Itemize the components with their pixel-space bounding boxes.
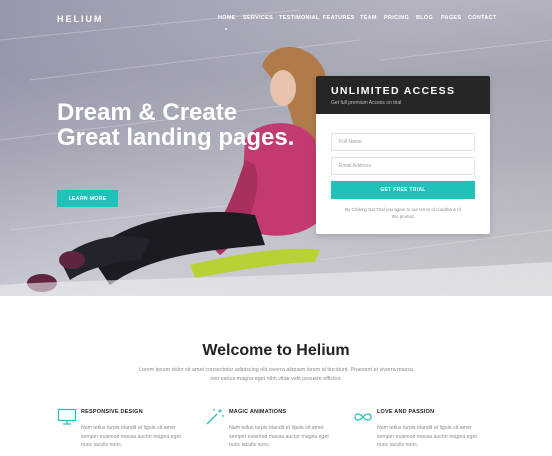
welcome-text: Lorem ipsum dolor sit amet consectetur a… xyxy=(138,367,414,382)
welcome-title: Welcome to Helium xyxy=(202,342,350,359)
signup-card-header: UNLIMITED ACCESS Get full premium Access… xyxy=(316,76,490,114)
hero-headline: Dream & Create Great landing pages. xyxy=(57,99,295,151)
signup-subtitle: Get full premium Access on trial xyxy=(331,100,402,106)
magic-wand-icon xyxy=(206,409,224,425)
nav-item-contact[interactable]: CONTACT xyxy=(468,15,498,21)
signup-title: UNLIMITED ACCESS xyxy=(331,85,456,97)
site-logo[interactable]: HELIUM xyxy=(57,14,104,24)
learn-more-button[interactable]: LEARN MORE xyxy=(57,190,118,207)
nav-item-pricing[interactable]: PRICING xyxy=(384,15,416,21)
monitor-icon xyxy=(57,408,77,425)
nav-item-home[interactable]: HOME xyxy=(218,15,243,21)
nav-active-indicator xyxy=(225,28,227,30)
feature-text: Nam tellus turpis blandit et ligula sit … xyxy=(229,425,329,448)
full-name-input[interactable]: Full Name xyxy=(331,133,475,151)
signup-card: UNLIMITED ACCESS Get full premium Access… xyxy=(316,76,490,234)
feature-title: MAGIC ANIMATIONS xyxy=(229,409,287,415)
feature-text: Nam tellus turpis blandit et ligula sit … xyxy=(377,425,477,448)
hero-section: HELIUM HOME SERVICES TESTIMONIAL FEATURE… xyxy=(0,0,552,296)
nav-item-blog[interactable]: BLOG xyxy=(416,15,441,21)
get-free-trial-button[interactable]: GET FREE TRIAL xyxy=(331,181,475,199)
infinity-icon xyxy=(354,413,372,421)
main-nav: HOME SERVICES TESTIMONIAL FEATURES TEAM … xyxy=(218,15,498,30)
nav-item-features[interactable]: FEATURES xyxy=(323,15,360,21)
nav-item-services[interactable]: SERVICES xyxy=(243,15,279,21)
feature-title: LOVE AND PASSION xyxy=(377,409,435,415)
terms-text: By Clicking Get Trial you agree to our t… xyxy=(345,207,461,219)
nav-item-team[interactable]: TEAM xyxy=(360,15,384,21)
nav-item-pages[interactable]: PAGES xyxy=(441,15,468,21)
email-input[interactable]: Email Address xyxy=(331,157,475,175)
nav-item-testimonial[interactable]: TESTIMONIAL xyxy=(279,15,323,21)
feature-title: RESPONSIVE DESIGN xyxy=(81,409,143,415)
feature-text: Nam tellus turpis blandit et ligula sit … xyxy=(81,425,181,448)
